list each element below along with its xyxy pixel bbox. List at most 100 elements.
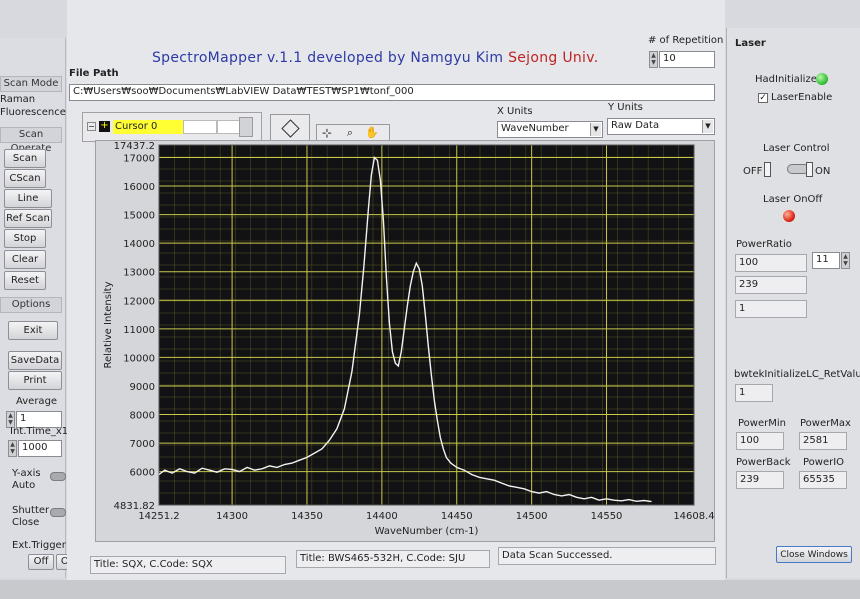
retvalue-value: 1 xyxy=(735,384,773,402)
scan-mode-value-line2: Fluorescence xyxy=(0,107,66,118)
exttrigger-label: Ext.Trigger xyxy=(12,540,66,551)
x-tick-label: 14500 xyxy=(516,511,548,522)
powerback-value: 239 xyxy=(736,471,784,489)
status-title-2: Title: BWS465-532H, C.Code: SJU xyxy=(296,550,490,568)
y-tick-label: 15000 xyxy=(123,211,155,222)
laser-control-off-indicator xyxy=(764,162,771,177)
magnifier-icon[interactable]: ⌕ xyxy=(343,127,357,140)
y-tick-label: 7000 xyxy=(130,439,155,450)
x-tick-label: 14400 xyxy=(366,511,398,522)
diamond-arrows-icon[interactable] xyxy=(281,119,300,138)
y-tick-label: 8000 xyxy=(130,411,155,422)
spectrum-chart[interactable]: 14251.2 14300 14350 14400 14450 14500 14550 146… xyxy=(96,141,716,543)
repetition-spinner[interactable]: ▲ ▼ xyxy=(649,51,658,68)
ref-scan-button[interactable]: Ref Scan xyxy=(4,209,52,228)
yaxis-label-line2: Auto xyxy=(12,480,36,491)
laser-onoff-label: Laser OnOff xyxy=(763,194,823,205)
cursor-scrollbar[interactable] xyxy=(239,117,253,137)
inttime-input[interactable]: 1000 xyxy=(18,440,62,457)
y-tick-label: 12000 xyxy=(123,296,155,307)
laser-section-title: Laser xyxy=(735,38,766,49)
left-control-panel: Scan Mode Raman Fluorescence Scan Operat… xyxy=(0,38,80,578)
laser-control-label: Laser Control xyxy=(763,143,830,154)
yaxis-auto-toggle[interactable] xyxy=(50,472,66,481)
options-title: Options xyxy=(0,297,62,313)
y-tick-label: 16000 xyxy=(123,182,155,193)
x-tick-label: 14350 xyxy=(291,511,323,522)
laserenable-label: LaserEnable xyxy=(771,92,833,103)
app-title-university: Sejong Univ. xyxy=(508,50,599,66)
scan-mode-value-line1: Raman xyxy=(0,94,36,105)
y-tick-label: 17000 xyxy=(123,153,155,164)
crosshair-plus-icon[interactable]: + xyxy=(99,121,110,132)
laser-control-on-label: ON xyxy=(815,166,831,177)
y-tick-label: 13000 xyxy=(123,268,155,279)
exit-button[interactable]: Exit xyxy=(8,321,58,340)
crosshair-icon[interactable]: ⊹ xyxy=(320,127,334,140)
hand-icon[interactable]: ✋ xyxy=(365,127,379,140)
cursor-name-field[interactable]: Cursor 0 xyxy=(113,120,183,134)
ratio-value-3: 1 xyxy=(735,300,807,318)
xunits-label: X Units xyxy=(497,106,533,117)
powerratio-spinner[interactable]: ▲ ▼ xyxy=(841,252,850,269)
savedata-button[interactable]: SaveData xyxy=(8,351,62,370)
x-tick-label: 14251.2 xyxy=(138,511,179,522)
y-tick-label: 17437.2 xyxy=(114,141,155,152)
x-tick-label: 14550 xyxy=(591,511,623,522)
chevron-down-icon[interactable]: ▼ xyxy=(702,120,713,133)
laser-panel: Laser HadInitialize ✓ LaserEnable Laser … xyxy=(726,28,860,578)
cursor-value-field-1 xyxy=(183,120,217,134)
powermax-label: PowerMax xyxy=(800,418,851,429)
yaxis-label-line1: Y-axis xyxy=(12,468,41,479)
spectrum-graph-frame: 14251.2 14300 14350 14400 14450 14500 14550 146… xyxy=(95,140,715,542)
powermin-value: 100 xyxy=(736,432,784,450)
status-message: Data Scan Successed. xyxy=(498,547,716,565)
y-tick-label: 4831.82 xyxy=(114,501,155,512)
yunits-dropdown[interactable]: Raw Data ▼ xyxy=(607,118,715,135)
powerio-value: 65535 xyxy=(799,471,847,489)
inttime-spinner[interactable]: ▲ ▼ xyxy=(8,440,17,457)
laser-onoff-led-indicator xyxy=(783,210,795,222)
y-axis-label: Relative Intensity xyxy=(103,281,114,368)
retvalue-label: bwtekInitializeLC_RetValue xyxy=(734,369,860,380)
powermin-label: PowerMin xyxy=(738,418,786,429)
x-tick-label: 14300 xyxy=(216,511,248,522)
hadinit-led-indicator xyxy=(816,73,828,85)
reset-button[interactable]: Reset xyxy=(4,271,46,290)
powerback-label: PowerBack xyxy=(736,457,791,468)
hadinit-label: HadInitialize xyxy=(755,74,817,85)
shutter-label-line1: Shutter xyxy=(12,505,50,516)
scan-button[interactable]: Scan xyxy=(4,149,46,168)
xunits-dropdown[interactable]: WaveNumber ▼ xyxy=(497,121,603,138)
cursor-legend-collapse-icon[interactable]: − xyxy=(87,122,96,131)
status-title-1: Title: SQX, C.Code: SQX xyxy=(90,556,286,574)
filepath-input[interactable]: C:₩Users₩soo₩Documents₩LabVIEW Data₩TEST… xyxy=(69,84,715,101)
powerratio-spin-input[interactable]: 11 xyxy=(812,252,840,269)
yunits-label: Y Units xyxy=(608,102,643,113)
chevron-down-icon[interactable]: ▼ xyxy=(590,123,601,136)
ratio-value-2: 239 xyxy=(735,276,807,294)
inttime-label: Int.Time_x1 xyxy=(10,426,69,437)
app-title: SpectroMapper v.1.1 developed by Namgyu … xyxy=(152,50,599,66)
clear-button[interactable]: Clear xyxy=(4,250,46,269)
repetition-label: # of Repetition xyxy=(648,35,724,46)
repetition-input[interactable]: 10 xyxy=(659,51,715,68)
powermax-value: 2581 xyxy=(799,432,847,450)
shutter-toggle[interactable] xyxy=(50,508,66,517)
laser-control-off-label: OFF xyxy=(743,166,763,177)
print-button[interactable]: Print xyxy=(8,371,62,390)
bottom-strip xyxy=(0,580,860,599)
cursor-legend[interactable]: − + Cursor 0 xyxy=(82,112,262,142)
powerratio-label: PowerRatio xyxy=(736,239,792,250)
cscan-button[interactable]: CScan xyxy=(4,169,46,188)
average-label: Average xyxy=(16,396,58,407)
stop-button[interactable]: Stop xyxy=(4,229,46,248)
close-windows-button[interactable]: Close Windows xyxy=(776,546,852,563)
trigger-off-button[interactable]: Off xyxy=(28,554,54,570)
yunits-value: Raw Data xyxy=(611,120,660,131)
shutter-label-line2: Close xyxy=(12,517,40,528)
powerio-label: PowerIO xyxy=(803,457,845,468)
y-tick-label: 6000 xyxy=(130,468,155,479)
line-scan-button[interactable]: Line Scan xyxy=(4,189,52,221)
laserenable-checkbox[interactable]: ✓ xyxy=(758,93,768,103)
